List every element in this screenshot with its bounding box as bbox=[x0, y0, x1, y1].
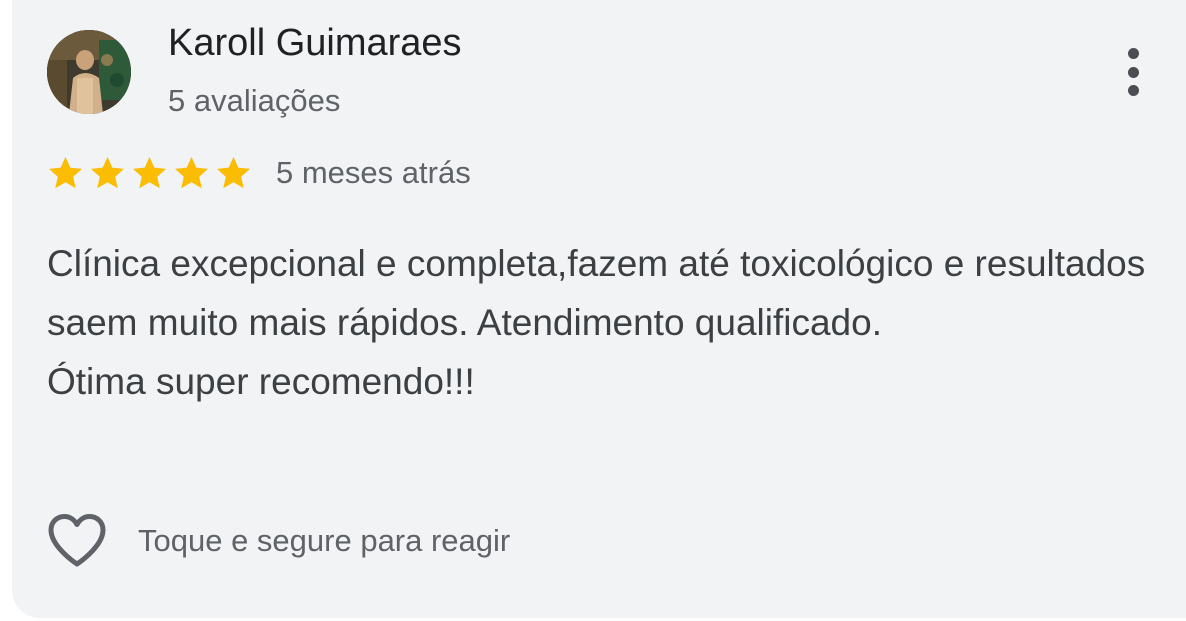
star-icon bbox=[133, 156, 166, 189]
more-vert-icon-dot bbox=[1127, 66, 1139, 78]
review-text: Clínica excepcional e completa,fazem até… bbox=[47, 234, 1157, 411]
star-icon bbox=[217, 156, 250, 189]
more-vert-icon-dot bbox=[1127, 85, 1139, 96]
star-icon bbox=[175, 156, 208, 189]
review-time: 5 meses atrás bbox=[276, 155, 471, 190]
star-icon bbox=[91, 156, 124, 189]
heart-outline-icon bbox=[48, 514, 106, 567]
author-name[interactable]: Karoll Guimaraes bbox=[168, 22, 462, 65]
react-button[interactable]: Toque e segure para reagir bbox=[46, 510, 510, 572]
author-avatar[interactable] bbox=[47, 30, 131, 114]
review-text-paragraph: Ótima super recomendo!!! bbox=[47, 361, 475, 402]
react-label: Toque e segure para reagir bbox=[138, 523, 511, 558]
star-rating bbox=[46, 154, 253, 193]
star-icon bbox=[49, 156, 82, 189]
more-options-button[interactable] bbox=[1112, 44, 1154, 100]
more-vert-icon-dot bbox=[1127, 48, 1139, 59]
review-text-paragraph: Clínica excepcional e completa,fazem até… bbox=[47, 243, 1146, 343]
avatar-photo bbox=[47, 30, 131, 114]
author-review-count: 5 avaliações bbox=[168, 83, 341, 118]
